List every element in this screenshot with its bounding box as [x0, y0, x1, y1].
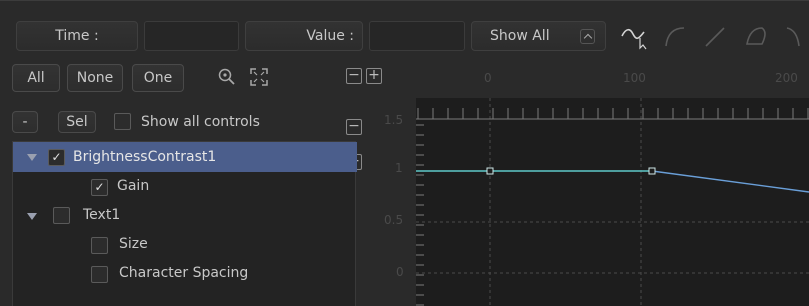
linear-tool-icon[interactable] — [700, 22, 730, 50]
tree-item-brightnesscontrast1[interactable]: ✓ BrightnessContrast1 — [13, 142, 357, 172]
zoom-out-button[interactable]: − — [346, 119, 362, 135]
curve-segment-after — [651, 170, 809, 193]
tree-item-label: Text1 — [83, 207, 121, 223]
tree-item-label: Size — [119, 236, 148, 252]
ruler-label: 200 — [775, 71, 798, 85]
tree-item-character-spacing[interactable]: Character Spacing — [13, 259, 357, 289]
keyframe-point[interactable] — [486, 167, 494, 175]
smooth-curve-tool-icon[interactable] — [618, 22, 648, 50]
bezier-tool-icon[interactable] — [660, 22, 690, 50]
show-all-controls-label: Show all controls — [141, 114, 260, 130]
fit-view-icon[interactable] — [248, 66, 270, 88]
tree-item-gain[interactable]: ✓ Gain — [13, 172, 357, 202]
tree-item-text1[interactable]: Text1 — [13, 201, 357, 231]
zoom-icon[interactable] — [216, 66, 238, 88]
toolbar: Time : Value : Show All — [0, 1, 809, 57]
show-all-label: Show All — [490, 28, 550, 44]
collapse-tree-button[interactable]: - — [12, 111, 38, 133]
chevron-up-icon — [580, 29, 595, 44]
value-ruler — [416, 124, 424, 306]
y-axis-label: 0 — [396, 265, 404, 279]
expand-y-button[interactable]: + — [366, 68, 382, 84]
tree-item-label: Character Spacing — [119, 265, 249, 281]
expand-triangle-icon[interactable] — [27, 213, 37, 220]
expand-triangle-icon[interactable] — [27, 154, 37, 161]
show-all-dropdown[interactable]: Show All — [471, 21, 606, 51]
none-button[interactable]: None — [67, 64, 123, 92]
reverse-tool-icon[interactable] — [783, 22, 809, 50]
ruler-label: 100 — [623, 71, 646, 85]
closed-shape-tool-icon[interactable] — [742, 22, 772, 50]
collapse-y-button[interactable]: − — [346, 68, 362, 84]
y-axis-label: 0.5 — [384, 213, 404, 227]
tree-item-label: BrightnessContrast1 — [73, 149, 217, 165]
gain-checkbox[interactable]: ✓ — [91, 179, 108, 196]
brightnesscontrast1-checkbox[interactable]: ✓ — [48, 149, 65, 166]
y-axis-label: 1 — [395, 161, 403, 175]
one-button[interactable]: One — [132, 64, 184, 92]
text1-checkbox[interactable] — [53, 207, 70, 224]
spline-editor: Time : Value : Show All All None One − +… — [0, 0, 809, 306]
time-ruler — [417, 108, 809, 119]
time-field[interactable] — [144, 21, 239, 51]
all-button[interactable]: All — [12, 64, 60, 92]
y-axis-label: 1.5 — [384, 113, 404, 127]
sel-button[interactable]: Sel — [58, 111, 96, 133]
time-label: Time : — [16, 21, 138, 51]
size-checkbox[interactable] — [91, 237, 108, 254]
character-spacing-checkbox[interactable] — [91, 266, 108, 283]
keyframe-point[interactable] — [648, 167, 656, 175]
ruler-label: 0 — [484, 71, 492, 85]
tree-item-label: Gain — [117, 178, 150, 194]
control-tree: ✓ BrightnessContrast1 ✓ Gain Text1 Size … — [12, 141, 357, 306]
value-label: Value : — [245, 21, 363, 51]
show-all-controls-checkbox[interactable] — [114, 113, 131, 130]
value-field[interactable] — [369, 21, 465, 51]
curve-graph[interactable] — [416, 98, 809, 306]
tree-item-size[interactable]: Size — [13, 230, 357, 260]
